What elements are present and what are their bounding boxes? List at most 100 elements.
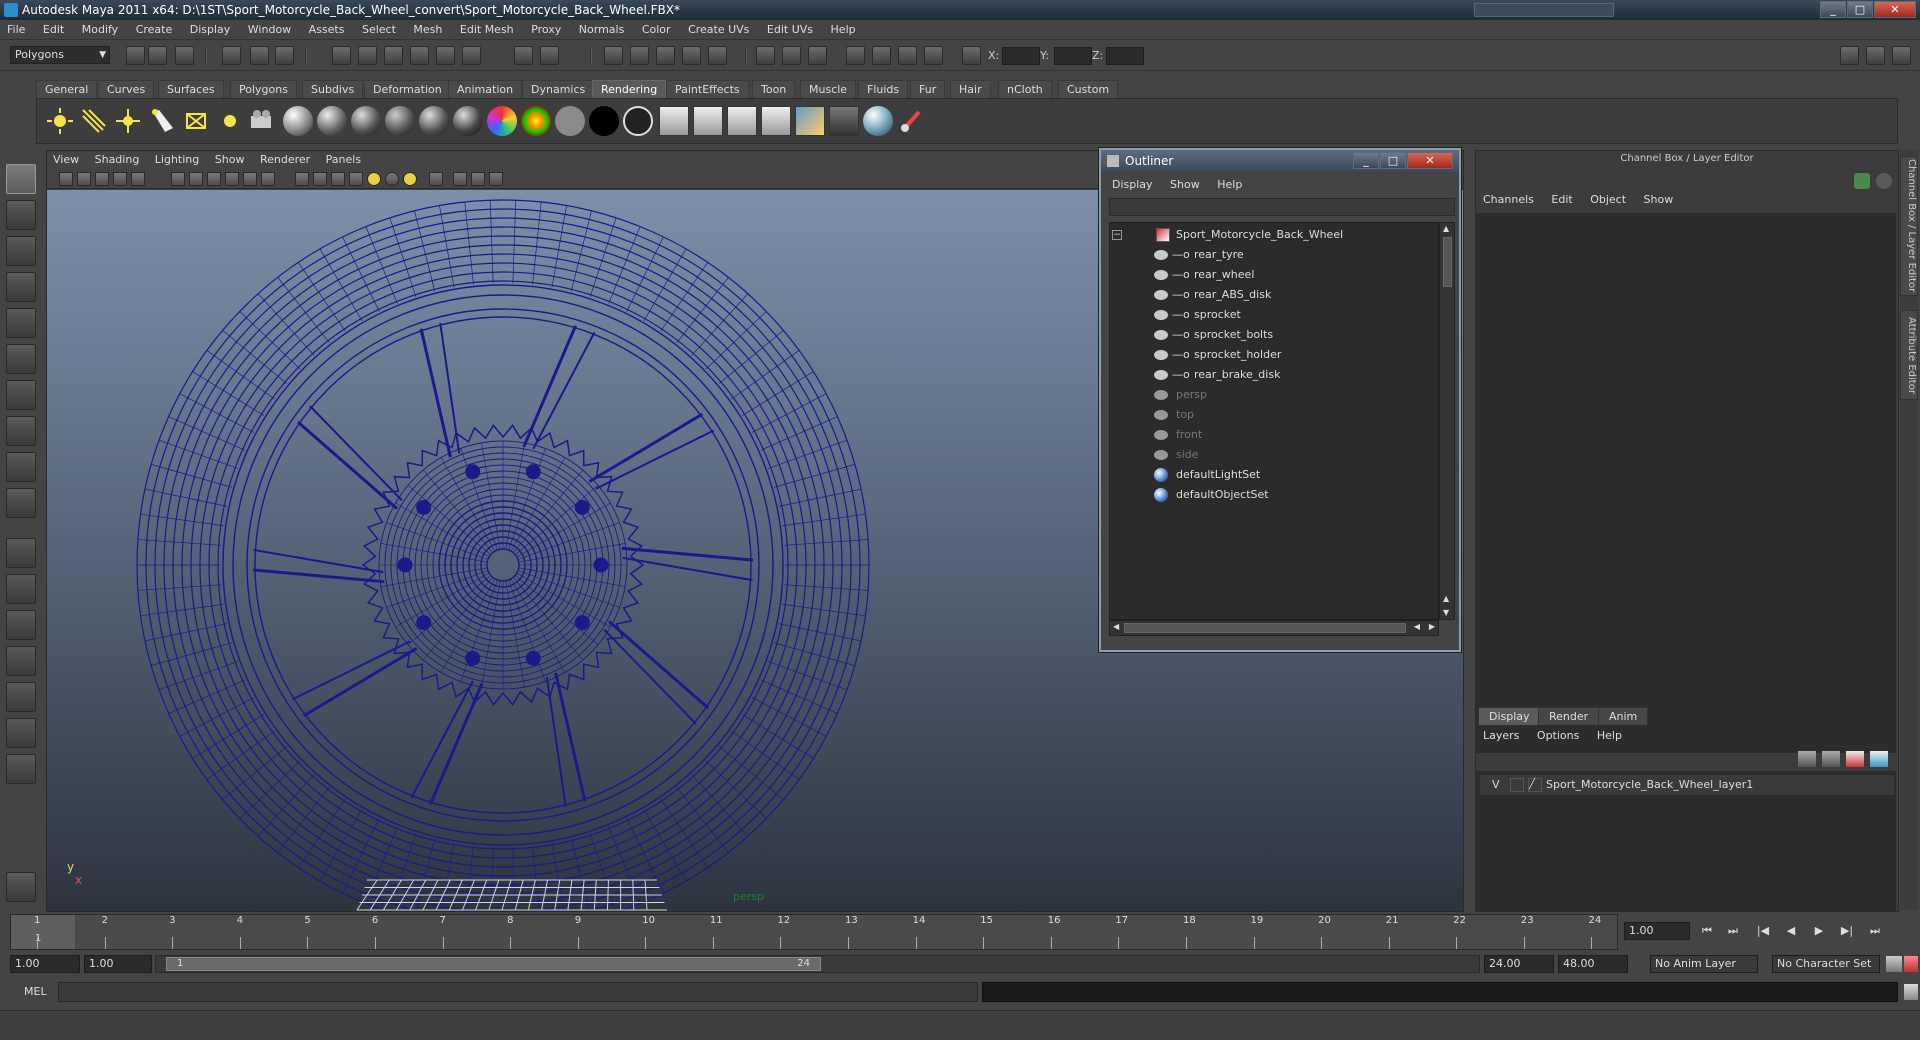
scroll-thumb[interactable] xyxy=(1124,623,1406,633)
viewport-menu-panels[interactable]: Panels xyxy=(320,151,367,169)
anisotropic-material-icon[interactable] xyxy=(419,106,449,136)
layer-menu-options[interactable]: Options xyxy=(1530,727,1586,745)
layer-tab-display[interactable]: Display xyxy=(1478,707,1541,725)
layer-tab-render[interactable]: Render xyxy=(1538,707,1600,725)
menu-create-uvs[interactable]: Create UVs xyxy=(681,20,756,40)
menu-modify[interactable]: Modify xyxy=(75,20,125,40)
layer-row[interactable]: V ╱ Sport_Motorcycle_Back_Wheel_layer1 xyxy=(1480,775,1894,795)
menu-display[interactable]: Display xyxy=(183,20,238,40)
collapse-toggle-icon[interactable]: − xyxy=(1112,230,1122,240)
viewport-menu-lighting[interactable]: Lighting xyxy=(149,151,205,169)
outliner-item-sprocket-bolts[interactable]: —o sprocket_bolts xyxy=(1110,325,1436,345)
select-hierarchy-icon[interactable] xyxy=(222,46,241,65)
outliner-item-rear-tyre[interactable]: —o rear_tyre xyxy=(1110,245,1436,265)
shelf-tab-dynamics[interactable]: Dynamics xyxy=(522,80,595,98)
make-live-icon[interactable] xyxy=(436,46,455,65)
go-to-end-button[interactable]: ⏭ xyxy=(1864,922,1886,940)
outliner-title-bar[interactable]: Outliner _ □ ✕ xyxy=(1101,150,1459,172)
attribute-editor-toggle-icon[interactable] xyxy=(1840,46,1859,65)
input-ops-icon[interactable] xyxy=(514,46,533,65)
menu-select[interactable]: Select xyxy=(355,20,403,40)
layer-visibility-toggle[interactable]: V xyxy=(1492,775,1500,795)
playback-start-input[interactable]: 1.00 xyxy=(84,955,152,973)
grid-toggle-icon[interactable] xyxy=(131,172,145,186)
animation-preferences-icon[interactable] xyxy=(1904,956,1918,972)
shelf-tab-subdivs[interactable]: Subdivs xyxy=(302,80,364,98)
hypershade-shelf-icon[interactable] xyxy=(795,106,825,136)
camera-attributes-icon[interactable] xyxy=(77,172,91,186)
snap-grid-icon[interactable] xyxy=(332,46,351,65)
shadows-icon[interactable] xyxy=(403,172,417,186)
isolate-icon[interactable] xyxy=(756,46,775,65)
snap-curve-icon[interactable] xyxy=(358,46,377,65)
render-view-shelf-icon[interactable] xyxy=(829,106,859,136)
layer-menu-layers[interactable]: Layers xyxy=(1476,727,1526,745)
current-frame-input[interactable]: 1.00 xyxy=(1624,922,1690,940)
new-layer-selected-icon[interactable] xyxy=(1822,751,1840,767)
camera-icon[interactable] xyxy=(247,106,277,136)
outliner-item-side[interactable]: side xyxy=(1110,445,1436,465)
wireframe-icon[interactable] xyxy=(295,172,309,186)
outliner-filter-input[interactable] xyxy=(1109,198,1455,216)
viewport-menu-show[interactable]: Show xyxy=(209,151,251,169)
render-frame-icon[interactable] xyxy=(630,46,649,65)
soft-modification-icon[interactable] xyxy=(6,416,36,446)
lasso-icon[interactable] xyxy=(808,46,827,65)
all-lights-icon[interactable] xyxy=(385,172,399,186)
paint-select-tool-icon[interactable] xyxy=(6,236,36,266)
snapshot-icon[interactable] xyxy=(872,46,891,65)
layer-color-swatch[interactable]: ╱ xyxy=(1528,778,1542,792)
isolate-select-icon[interactable] xyxy=(429,172,443,186)
range-slider-handle[interactable]: 1 24 xyxy=(166,957,821,971)
channel-box-menu-show[interactable]: Show xyxy=(1637,191,1681,209)
layout-options-icon[interactable] xyxy=(6,754,36,784)
menu-help[interactable]: Help xyxy=(824,20,863,40)
move-down-layer-icon[interactable] xyxy=(1870,751,1888,767)
render-settings-shelf-icon[interactable] xyxy=(761,106,791,136)
shelf-tab-toon[interactable]: Toon xyxy=(752,80,796,98)
shelf-tab-fluids[interactable]: Fluids xyxy=(858,80,909,98)
hypershade-icon[interactable] xyxy=(708,46,727,65)
scroll-left-icon[interactable]: ◀ xyxy=(1414,622,1420,631)
shelf-tab-ncloth[interactable]: nCloth xyxy=(998,80,1052,98)
scroll-thumb[interactable] xyxy=(1443,237,1452,287)
use-background-icon[interactable] xyxy=(589,106,619,136)
viewport-menu-renderer[interactable]: Renderer xyxy=(254,151,316,169)
high-quality-icon[interactable] xyxy=(489,172,503,186)
batch-render-icon[interactable] xyxy=(924,46,943,65)
shelf-tab-surfaces[interactable]: Surfaces xyxy=(158,80,224,98)
outliner-item-front[interactable]: front xyxy=(1110,425,1436,445)
command-language-toggle[interactable]: MEL xyxy=(24,985,47,998)
viewport-menu-shading[interactable]: Shading xyxy=(89,151,146,169)
command-input[interactable] xyxy=(58,982,978,1002)
channel-box-menu-edit[interactable]: Edit xyxy=(1544,191,1579,209)
close-button[interactable]: ✕ xyxy=(1874,1,1916,18)
step-forward-frame-button[interactable]: ▶| xyxy=(1836,922,1858,940)
default-lighting-icon[interactable] xyxy=(367,172,381,186)
menu-set-dropdown[interactable]: Polygons ▼ xyxy=(10,46,110,64)
outliner-menu-help[interactable]: Help xyxy=(1210,176,1249,194)
channel-box-key-icon[interactable] xyxy=(1854,173,1870,189)
play-backwards-button[interactable]: ◀ xyxy=(1780,922,1802,940)
ipr-render-icon[interactable] xyxy=(656,46,675,65)
outliner-minimize-button[interactable]: _ xyxy=(1353,152,1379,169)
phong-material-icon[interactable] xyxy=(351,106,381,136)
menu-file[interactable]: File xyxy=(0,20,32,40)
tool-settings-toggle-icon[interactable] xyxy=(1866,46,1885,65)
scroll-up-icon[interactable]: ▲ xyxy=(1443,224,1449,233)
ramp-shader-icon[interactable] xyxy=(487,106,517,136)
directional-light-icon[interactable] xyxy=(79,106,109,136)
go-to-start-button[interactable]: ⏮ xyxy=(1696,922,1718,940)
outliner-menu-show[interactable]: Show xyxy=(1163,176,1207,194)
outliner-close-button[interactable]: ✕ xyxy=(1407,152,1453,169)
character-set-dropdown[interactable]: No Character Set xyxy=(1772,955,1880,973)
viewport-menu-view[interactable]: View xyxy=(47,151,85,169)
scroll-left-icon[interactable]: ◀ xyxy=(1113,622,1119,631)
shelf-tab-deformation[interactable]: Deformation xyxy=(364,80,451,98)
layer-menu-help[interactable]: Help xyxy=(1590,727,1629,745)
save-scene-icon[interactable] xyxy=(175,46,194,65)
x-coord-input[interactable] xyxy=(1002,47,1040,65)
bookmarks-icon[interactable] xyxy=(95,172,109,186)
lambert-material-icon[interactable] xyxy=(283,106,313,136)
shelf-tab-custom[interactable]: Custom xyxy=(1058,80,1119,98)
